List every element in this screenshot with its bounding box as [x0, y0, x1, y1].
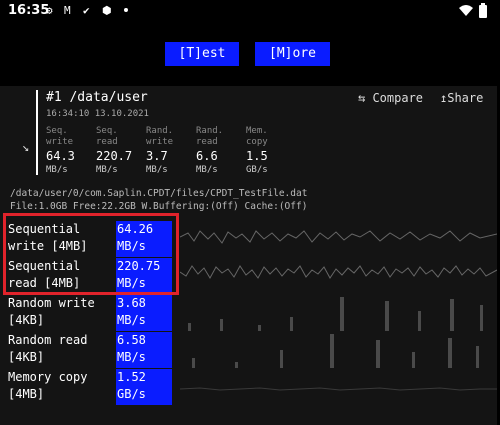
file-details: File:1.0GB Free:22.2GB W.Buffering:(Off)…	[10, 201, 308, 212]
test-unit: GB/s	[117, 387, 146, 401]
test-button[interactable]: [T]est	[165, 42, 239, 66]
check-icon: ✔	[83, 4, 90, 17]
summary-label: copy	[246, 137, 268, 147]
graph-rand-read	[192, 334, 479, 368]
test-unit: MB/s	[117, 350, 146, 364]
summary-value: 220.7	[96, 149, 133, 163]
summary-rand-write: Rand. write 3.7 MB/s	[146, 126, 196, 176]
graph-seq-read	[180, 265, 497, 280]
share-button[interactable]: ↥Share	[440, 91, 483, 105]
summary-unit: GB/s	[246, 165, 268, 175]
test-label-line: Random write	[8, 296, 95, 310]
summary-value: 6.6	[196, 149, 218, 163]
summary-unit: MB/s	[46, 165, 68, 175]
status-time: 16:35	[8, 3, 50, 18]
summary-label: write	[146, 137, 174, 147]
test-label-line: Memory copy	[8, 370, 88, 384]
test-unit: MB/s	[117, 313, 146, 327]
test-label-line: [4KB]	[8, 350, 45, 364]
summary-label: read	[196, 137, 218, 147]
test-label-rand-read: Random read [4KB]	[8, 332, 87, 366]
test-label-line: [4KB]	[8, 313, 45, 327]
graph-rand-write	[188, 297, 483, 331]
test-value-rand-write: 3.68 MB/s	[116, 295, 172, 331]
result-divider	[36, 90, 38, 175]
summary-label: Mem.	[246, 126, 268, 136]
test-value-rand-read: 6.58 MB/s	[116, 332, 172, 368]
test-label-mem-copy: Memory copy [4MB]	[8, 369, 87, 403]
summary-label: Rand.	[196, 126, 224, 136]
status-bar: 16:35 ⚙ M ✔ ⬢	[0, 0, 500, 22]
summary-unit: MB/s	[196, 165, 218, 175]
summary-value: 1.5	[246, 149, 268, 163]
hexagon-icon: ⬢	[102, 4, 112, 17]
summary-label: write	[46, 137, 74, 147]
summary-label: Rand.	[146, 126, 174, 136]
result-title: #1 /data/user	[46, 90, 148, 105]
test-label-line: Random read	[8, 333, 88, 347]
battery-icon	[479, 3, 487, 18]
test-value: 6.58	[117, 333, 146, 347]
summary-mem-copy: Mem. copy 1.5 GB/s	[246, 126, 296, 176]
test-label-rand-write: Random write [4KB]	[8, 295, 95, 329]
graph-mem-copy	[180, 387, 497, 391]
graph-seq-write	[180, 230, 497, 244]
summary-seq-read: Seq. read 220.7 MB/s	[96, 126, 146, 176]
highlight-box	[3, 213, 179, 295]
more-button[interactable]: [M]ore	[255, 42, 330, 66]
summary-label: read	[96, 137, 118, 147]
summary-seq-write: Seq. write 64.3 MB/s	[46, 126, 96, 176]
test-label-line: [4MB]	[8, 387, 45, 401]
summary-value: 64.3	[46, 149, 75, 163]
summary-label: Seq.	[96, 126, 118, 136]
summary-value: 3.7	[146, 149, 168, 163]
dot-icon	[124, 8, 128, 12]
summary-unit: MB/s	[146, 165, 168, 175]
file-path: /data/user/0/com.Saplin.CPDT/files/CPDT_…	[10, 188, 308, 199]
collapse-arrow-icon[interactable]: ↘	[22, 140, 29, 154]
result-timestamp: 16:34:10 13.10.2021	[46, 109, 149, 119]
test-value: 1.52	[117, 370, 146, 384]
compare-button[interactable]: ⇆ Compare	[358, 91, 423, 105]
wifi-icon	[459, 5, 473, 16]
test-value-mem-copy: 1.52 GB/s	[116, 369, 172, 405]
summary-rand-read: Rand. read 6.6 MB/s	[196, 126, 246, 176]
summary-label: Seq.	[46, 126, 68, 136]
test-value: 3.68	[117, 296, 146, 310]
summary-unit: MB/s	[96, 165, 118, 175]
gear-icon: ⚙	[46, 4, 53, 17]
gmail-icon: M	[64, 4, 71, 17]
